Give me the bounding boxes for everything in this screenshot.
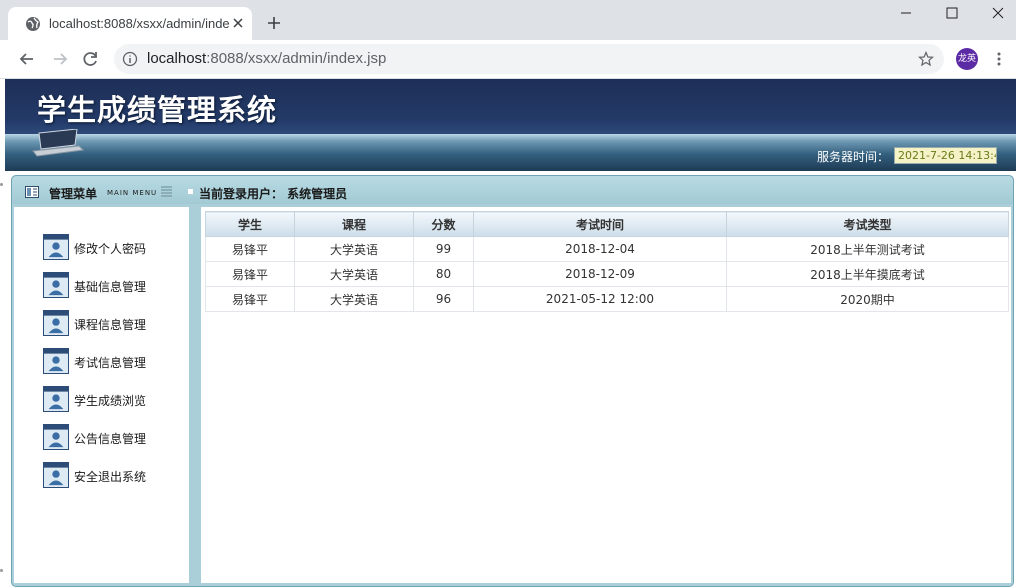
cell-exam-type: 2018上半年摸底考试 <box>726 261 1009 287</box>
content-area: 学生 课程 分数 考试时间 考试类型 易锋平 大学英语 99 2018-12-0… <box>201 207 1011 583</box>
new-tab-icon[interactable] <box>266 15 282 31</box>
list-lines-icon <box>161 186 172 197</box>
tab-title: localhost:8088/xsxx/admin/index.jsp <box>49 16 229 31</box>
cell-score: 80 <box>413 261 474 287</box>
profile-avatar[interactable]: 龙英 <box>956 48 978 70</box>
user-window-icon <box>43 234 69 260</box>
sidebar-item-label: 公告信息管理 <box>74 432 147 446</box>
current-user: 当前登录用户： 系统管理员 <box>199 187 348 201</box>
url-host: localhost <box>147 50 207 67</box>
system-title: 学生成绩管理系统 <box>37 93 278 127</box>
menu-title: 管理菜单 <box>49 187 98 201</box>
sidebar-item-label: 修改个人密码 <box>74 242 147 256</box>
server-time-value: 2021-7-26 14:13:4 <box>894 147 997 164</box>
cell-exam-time: 2018-12-04 <box>473 236 727 262</box>
main-frame: 管理菜单 MAIN MENU 当前登录用户： 系统管理员 修改个人密码 基础信息… <box>11 175 1014 587</box>
cell-score: 99 <box>413 236 474 262</box>
column-header-course[interactable]: 课程 <box>294 211 414 237</box>
menu-subtitle: MAIN MENU <box>107 189 158 197</box>
browser-toolbar: localhost:8088/xsxx/admin/index.jsp 龙英 <box>0 40 1016 79</box>
cell-exam-type: 2018上半年测试考试 <box>726 236 1009 262</box>
browser-tab[interactable]: localhost:8088/xsxx/admin/index.jsp <box>8 7 252 40</box>
sidebar-item-exam-info[interactable]: 考试信息管理 <box>41 348 181 378</box>
cell-course: 大学英语 <box>294 236 414 262</box>
cell-student: 易锋平 <box>205 261 295 287</box>
minimize-icon[interactable] <box>896 5 916 21</box>
bullet-icon <box>188 189 193 194</box>
forward-arrow-icon[interactable] <box>50 49 70 69</box>
column-header-score[interactable]: 分数 <box>413 211 474 237</box>
user-window-icon <box>43 386 69 412</box>
browser-menu-icon[interactable] <box>993 51 1005 67</box>
sidebar-item-label: 学生成绩浏览 <box>74 394 147 408</box>
info-icon[interactable] <box>122 51 138 67</box>
score-table: 学生 课程 分数 考试时间 考试类型 易锋平 大学英语 99 2018-12-0… <box>205 211 1009 312</box>
table-header-row: 学生 课程 分数 考试时间 考试类型 <box>205 211 1009 237</box>
user-window-icon <box>43 462 69 488</box>
user-window-icon <box>43 348 69 374</box>
edge-marker <box>0 569 3 572</box>
column-header-exam-time[interactable]: 考试时间 <box>473 211 727 237</box>
user-window-icon <box>43 310 69 336</box>
server-time-label: 服务器时间： <box>817 150 890 164</box>
globe-icon <box>26 17 40 31</box>
sidebar-item-label: 安全退出系统 <box>74 470 147 484</box>
edge-marker <box>0 183 3 186</box>
sidebar-item-basic-info[interactable]: 基础信息管理 <box>41 272 181 302</box>
app-header: 学生成绩管理系统 服务器时间： 2021-7-26 14:13:4 <box>5 79 1016 171</box>
column-header-exam-type[interactable]: 考试类型 <box>726 211 1009 237</box>
sidebar-item-notice-info[interactable]: 公告信息管理 <box>41 424 181 454</box>
window-close-icon[interactable] <box>988 5 1008 21</box>
cell-exam-time: 2021-05-12 12:00 <box>473 286 727 312</box>
menu-bar: 管理菜单 MAIN MENU 当前登录用户： 系统管理员 <box>12 176 1013 204</box>
column-header-student[interactable]: 学生 <box>205 211 295 237</box>
sidebar-item-course-info[interactable]: 课程信息管理 <box>41 310 181 340</box>
url-path: :8088/xsxx/admin/index.jsp <box>206 50 387 67</box>
close-tab-icon[interactable] <box>232 17 244 29</box>
user-window-icon <box>43 424 69 450</box>
cell-score: 96 <box>413 286 474 312</box>
user-window-icon <box>43 272 69 298</box>
menu-panel-icon <box>25 186 39 198</box>
cell-student: 易锋平 <box>205 286 295 312</box>
cell-exam-time: 2018-12-09 <box>473 261 727 287</box>
sidebar-item-change-password[interactable]: 修改个人密码 <box>41 234 181 264</box>
address-bar[interactable]: localhost:8088/xsxx/admin/index.jsp <box>114 44 944 74</box>
cell-student: 易锋平 <box>205 236 295 262</box>
laptop-icon <box>32 129 85 157</box>
browser-tabstrip: localhost:8088/xsxx/admin/index.jsp <box>0 0 1016 40</box>
sidebar-item-label: 考试信息管理 <box>74 356 147 370</box>
sidebar: 修改个人密码 基础信息管理 课程信息管理 考试信息管理 学生成绩浏览 公告信息管… <box>14 207 189 583</box>
table-row[interactable]: 易锋平 大学英语 80 2018-12-09 2018上半年摸底考试 <box>205 261 1009 287</box>
maximize-icon[interactable] <box>942 5 962 21</box>
sidebar-item-label: 课程信息管理 <box>74 318 147 332</box>
table-row[interactable]: 易锋平 大学英语 96 2021-05-12 12:00 2020期中 <box>205 286 1009 312</box>
table-row[interactable]: 易锋平 大学英语 99 2018-12-04 2018上半年测试考试 <box>205 236 1009 262</box>
url-text: localhost:8088/xsxx/admin/index.jsp <box>147 50 386 68</box>
sidebar-item-logout[interactable]: 安全退出系统 <box>41 462 181 492</box>
back-arrow-icon[interactable] <box>17 49 37 69</box>
cell-exam-type: 2020期中 <box>726 286 1009 312</box>
bookmark-star-icon[interactable] <box>918 51 934 67</box>
cell-course: 大学英语 <box>294 261 414 287</box>
sidebar-item-label: 基础信息管理 <box>74 280 147 294</box>
cell-course: 大学英语 <box>294 286 414 312</box>
sidebar-item-score-browse[interactable]: 学生成绩浏览 <box>41 386 181 416</box>
reload-icon[interactable] <box>81 49 101 69</box>
